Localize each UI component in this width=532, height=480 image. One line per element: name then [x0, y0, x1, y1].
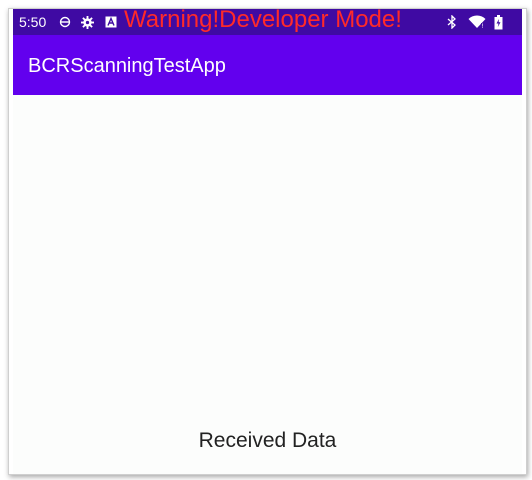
app-window: 5:50 Warning!Developer Mode! ! BCRScanni… [8, 8, 527, 475]
gear-icon [79, 13, 95, 31]
bluetooth-icon [444, 13, 460, 31]
wifi-icon: ! [467, 13, 487, 31]
received-data-label: Received Data [198, 429, 337, 452]
battery-icon [490, 13, 506, 31]
app-title: BCRScanningTestApp [28, 55, 226, 77]
a-box-icon [103, 13, 119, 31]
sync-icon [57, 13, 73, 31]
main-content: Received Data [13, 95, 522, 474]
status-time: 5:50 [19, 14, 47, 30]
app-bar: BCRScanningTestApp [13, 35, 522, 95]
developer-mode-warning: Warning!Developer Mode! [124, 8, 402, 33]
status-bar: 5:50 Warning!Developer Mode! ! [13, 9, 522, 35]
svg-text:!: ! [482, 23, 484, 29]
